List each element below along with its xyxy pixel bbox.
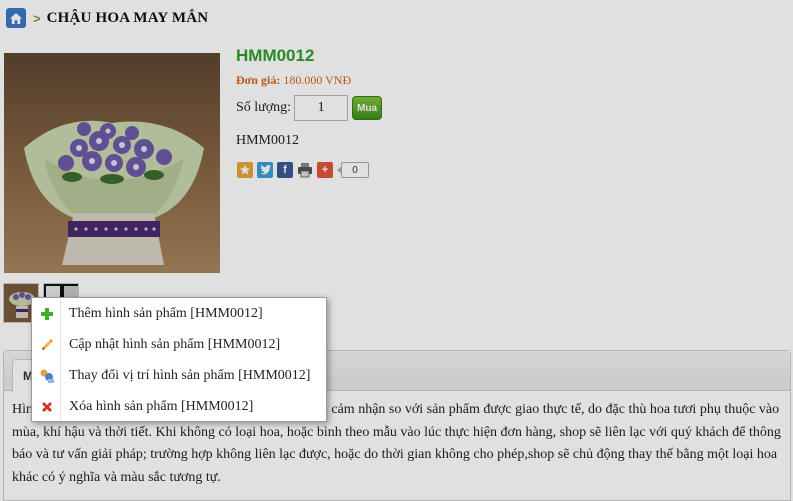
modal-overlay [0,0,793,501]
menu-item-reorder-image[interactable]: Thay đổi vị trí hình sản phẩm [HMM0012] [33,361,325,391]
reorder-icon [33,361,61,391]
pencil-icon [33,330,61,360]
menu-item-label: Cập nhật hình sản phẩm [HMM0012] [69,337,281,352]
image-context-menu: Thêm hình sản phẩm [HMM0012] Cập nhật hì… [31,297,327,422]
delete-icon [33,392,61,422]
menu-item-update-image[interactable]: Cập nhật hình sản phẩm [HMM0012] [33,330,325,360]
menu-item-add-image[interactable]: Thêm hình sản phẩm [HMM0012] [33,299,325,329]
menu-item-label: Xóa hình sản phẩm [HMM0012] [69,399,254,414]
add-icon [33,299,61,329]
menu-item-label: Thêm hình sản phẩm [HMM0012] [69,306,263,321]
menu-item-label: Thay đổi vị trí hình sản phẩm [HMM0012] [69,368,311,383]
menu-item-delete-image[interactable]: Xóa hình sản phẩm [HMM0012] [33,392,325,422]
